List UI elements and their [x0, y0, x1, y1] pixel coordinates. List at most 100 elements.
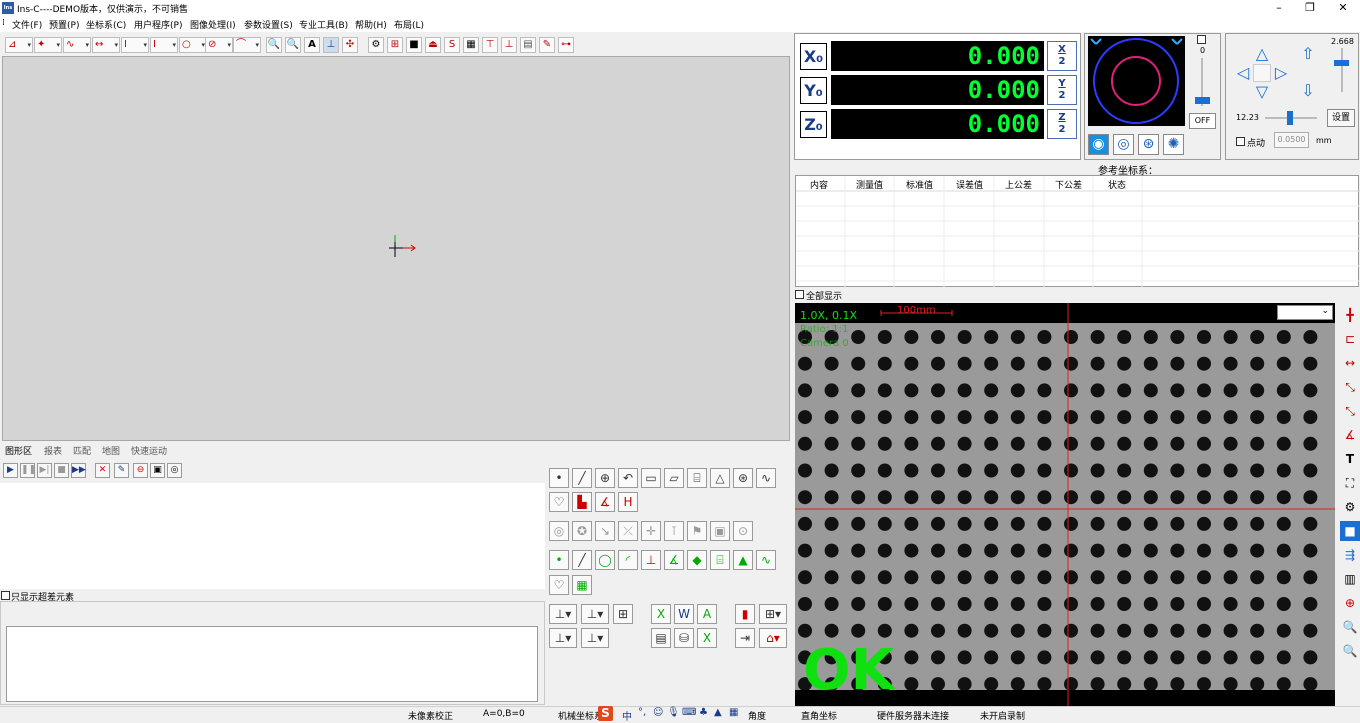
move-icon[interactable]: ⇥: [735, 628, 755, 648]
fullscreen-icon[interactable]: ⛶: [1340, 473, 1360, 493]
tab-match[interactable]: 匹配: [73, 444, 91, 457]
save-tool-icon[interactable]: S: [444, 37, 460, 53]
vertical-distance2-tool-icon[interactable]: I: [150, 37, 178, 53]
line-measure-tool-icon[interactable]: ⊶: [558, 37, 574, 53]
pin-construct-icon[interactable]: ⊺: [664, 521, 684, 541]
coord-origin-icon[interactable]: ⊥▾: [549, 604, 577, 624]
tab-graphic[interactable]: 图形区: [5, 444, 32, 457]
light-checkbox[interactable]: [1197, 35, 1206, 44]
play-icon[interactable]: ▶: [3, 463, 18, 478]
menu-user-program[interactable]: 用户程序(P): [134, 18, 182, 31]
edge-detect-icon[interactable]: ⇶: [1340, 545, 1360, 565]
move-left-icon[interactable]: ◁: [1234, 64, 1252, 82]
cone-element-icon[interactable]: △: [710, 468, 730, 488]
menu-preset[interactable]: 预置(P): [49, 18, 79, 31]
ring-light-icon[interactable]: ◉: [1088, 134, 1109, 155]
barcode-icon[interactable]: ▥: [1340, 569, 1360, 589]
xy-axis2-icon[interactable]: ⤡: [1340, 401, 1360, 421]
ime-keyboard-icon[interactable]: ⌨: [682, 707, 696, 718]
arc-element-icon[interactable]: ↶: [618, 468, 638, 488]
tab-report[interactable]: 报表: [44, 444, 62, 457]
settings-gear-icon[interactable]: ⚙: [368, 37, 384, 53]
speed-slider-track[interactable]: [1341, 48, 1343, 92]
result-textbox[interactable]: [6, 626, 538, 702]
auto-cone-icon[interactable]: ▲: [733, 550, 753, 570]
y-axis-label[interactable]: Y₀: [800, 77, 827, 104]
jog-checkbox[interactable]: [1236, 137, 1245, 146]
color-bars-icon[interactable]: ▮: [735, 604, 755, 624]
center-target-icon[interactable]: ⊕: [1340, 593, 1360, 613]
xy-axis-icon[interactable]: ⤡: [1340, 377, 1360, 397]
cylinder-element-icon[interactable]: ⌸: [687, 468, 707, 488]
col-header-error[interactable]: 误差值: [956, 178, 983, 191]
coord-3point-icon[interactable]: ⊥▾: [549, 628, 577, 648]
mid-construct-icon[interactable]: ↘: [595, 521, 615, 541]
x-half-button[interactable]: X 2: [1047, 41, 1077, 71]
z-axis-label[interactable]: Z₀: [800, 111, 827, 138]
auto-line-icon[interactable]: ╱: [572, 550, 592, 570]
menu-layout[interactable]: 布局(L): [394, 18, 424, 31]
set-button[interactable]: 设置: [1327, 109, 1355, 127]
jog-amount-input[interactable]: 0.0500: [1274, 132, 1309, 148]
record-icon[interactable]: ■: [1340, 521, 1360, 541]
profile-icon[interactable]: ⊏: [1340, 329, 1360, 349]
ime-logo-icon[interactable]: S: [598, 706, 613, 721]
ime-punct-icon[interactable]: °,: [638, 707, 646, 718]
circle-element-icon[interactable]: ⊕: [595, 468, 615, 488]
menu-help[interactable]: 帮助(H): [355, 18, 387, 31]
y-half-button[interactable]: Y 2: [1047, 75, 1077, 105]
step-slider-thumb[interactable]: [1287, 111, 1293, 125]
col-header-lower-tol[interactable]: 下公差: [1055, 178, 1082, 191]
freeform-element-icon[interactable]: ♡: [549, 492, 569, 512]
auto-angle-icon[interactable]: ∡: [664, 550, 684, 570]
calculator-icon[interactable]: ▦: [572, 575, 592, 595]
coord-save-icon[interactable]: ⊞: [613, 604, 633, 624]
fill-tool-icon[interactable]: ■: [406, 37, 422, 53]
cross-cursor-icon[interactable]: ╋: [1340, 305, 1360, 325]
speed-slider-thumb[interactable]: [1334, 60, 1349, 66]
col-header-upper-tol[interactable]: 上公差: [1005, 178, 1032, 191]
axis-tool-icon[interactable]: ⊥: [323, 37, 339, 53]
move-center-button[interactable]: [1253, 64, 1271, 82]
distance-element-icon[interactable]: ▙: [572, 492, 592, 512]
camera-settings-icon[interactable]: ⚙: [1340, 497, 1360, 517]
ring-light-view[interactable]: [1088, 36, 1185, 126]
abc-tool-icon[interactable]: ✎: [114, 463, 129, 478]
flag-construct-icon[interactable]: ⚑: [687, 521, 707, 541]
center-construct-icon[interactable]: ⊙: [733, 521, 753, 541]
gear-construct-icon[interactable]: ✪: [572, 521, 592, 541]
angle-measure-icon[interactable]: ∡: [1340, 425, 1360, 445]
auto-freeform-icon[interactable]: ♡: [549, 575, 569, 595]
text-export-icon[interactable]: A: [697, 604, 717, 624]
program-list[interactable]: [0, 483, 545, 589]
polyline-tool-icon[interactable]: ∿: [63, 37, 91, 53]
excel-template-icon[interactable]: X: [697, 628, 717, 648]
point-tool-icon[interactable]: ✦: [34, 37, 62, 53]
sphere-element-icon[interactable]: ⊛: [733, 468, 753, 488]
tab-quick-move[interactable]: 快速运动: [131, 444, 167, 457]
move-up-icon[interactable]: △: [1253, 45, 1271, 63]
bisect-construct-icon[interactable]: ⤫: [618, 521, 638, 541]
tab-map[interactable]: 地图: [102, 444, 120, 457]
tools-icon[interactable]: ✕: [95, 463, 110, 478]
angle-tool-icon[interactable]: ⊿: [5, 37, 33, 53]
multi-ring-light-icon[interactable]: ✺: [1163, 134, 1184, 155]
camera-zoom-out-icon[interactable]: 🔍: [1340, 641, 1360, 661]
menu-coordinate[interactable]: 坐标系(C): [86, 18, 126, 31]
zoom-out-icon[interactable]: 🔍: [285, 37, 301, 53]
ime-mic-icon[interactable]: 🎙: [667, 707, 680, 718]
stop-icon[interactable]: ■: [54, 463, 69, 478]
grid-layout-icon[interactable]: ⊞▾: [759, 604, 787, 624]
edge-tool-icon[interactable]: ⏏: [425, 37, 441, 53]
menu-file[interactable]: 文件(F): [12, 18, 42, 31]
delete-icon[interactable]: ⊖: [133, 463, 148, 478]
height-tool-icon[interactable]: ⊥: [501, 37, 517, 53]
measurement-table[interactable]: [795, 175, 1360, 288]
light-off-button[interactable]: OFF: [1189, 113, 1216, 129]
cross-construct-icon[interactable]: ✛: [641, 521, 661, 541]
ime-chinese-mode[interactable]: 中: [622, 708, 632, 723]
only-over-checkbox[interactable]: [1, 591, 10, 600]
menu-pro-tools[interactable]: 专业工具(B): [299, 18, 348, 31]
curve-element-icon[interactable]: ∿: [756, 468, 776, 488]
auto-plane-icon[interactable]: ◆: [687, 550, 707, 570]
